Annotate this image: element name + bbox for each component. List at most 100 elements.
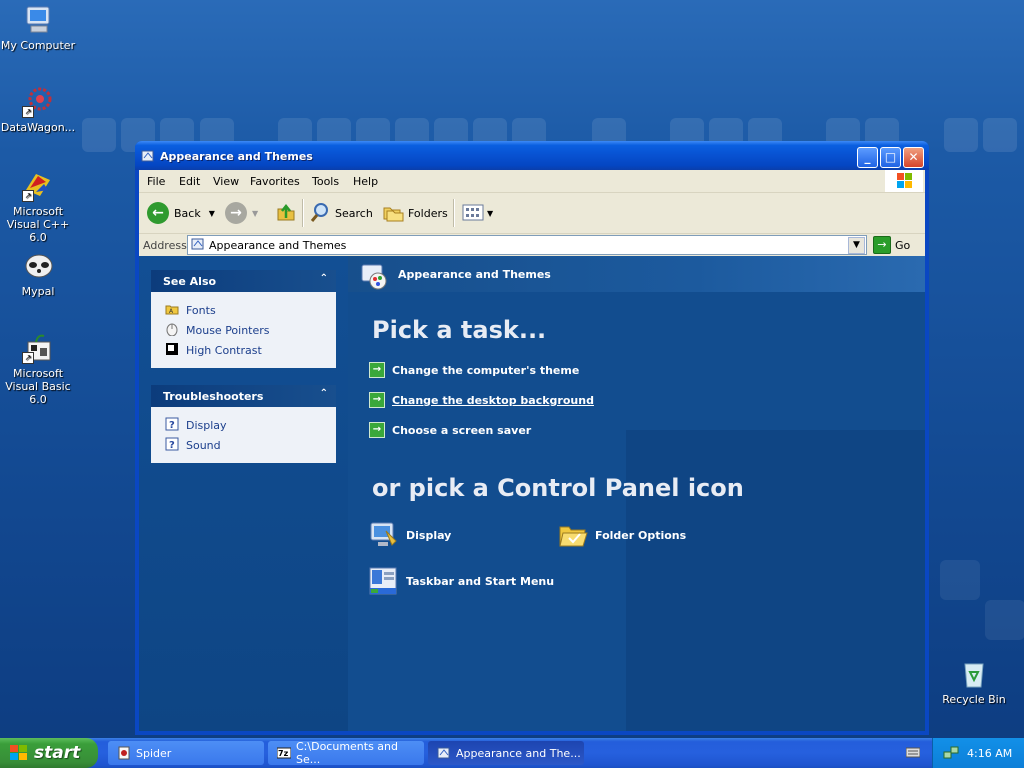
task-screen-saver[interactable]: → Choose a screen saver: [369, 421, 531, 439]
link-troubleshoot-sound[interactable]: ? Sound: [151, 435, 336, 455]
keyboard-icon[interactable]: [905, 746, 921, 761]
desktop-icon-mypal[interactable]: Mypal: [0, 250, 76, 298]
folders-button[interactable]: Folders: [382, 201, 448, 225]
desktop-icon-label: Microsoft Visual Basic 6.0: [5, 367, 71, 406]
taskbar-button-label: C:\Documents and Se...: [296, 740, 399, 766]
collapse-chevron-icon[interactable]: ⌃: [320, 388, 328, 399]
minimize-icon: _: [864, 150, 871, 164]
back-button[interactable]: ← Back ▼: [147, 201, 215, 225]
views-button[interactable]: ▼: [461, 201, 493, 225]
menu-tools[interactable]: Tools: [312, 175, 339, 188]
visual-basic-icon: ↗: [22, 332, 54, 364]
cp-icon-label: Display: [406, 528, 452, 542]
address-input[interactable]: Appearance and Themes ▼: [187, 235, 867, 255]
mouse-icon: [165, 322, 179, 337]
forward-arrow-icon: →: [225, 202, 247, 224]
cp-icon-taskbar-start-menu[interactable]: Taskbar and Start Menu: [368, 565, 554, 597]
task-label: Change the computer's theme: [392, 363, 580, 377]
close-button[interactable]: ✕: [903, 147, 924, 168]
desktop-icon-my-computer[interactable]: My Computer: [0, 4, 76, 52]
taskbar-button-7zip[interactable]: 7z C:\Documents and Se...: [268, 740, 424, 766]
search-icon: [309, 201, 331, 226]
task-change-background[interactable]: → Change the desktop background: [369, 391, 594, 409]
desktop-tile: [82, 118, 116, 152]
windows-logo-icon: [885, 170, 923, 192]
folders-label: Folders: [408, 206, 448, 220]
desktop-icon-label: Microsoft Visual C++ 6.0: [6, 205, 70, 244]
display-icon: [368, 519, 400, 551]
menu-help[interactable]: Help: [353, 175, 378, 188]
link-high-contrast[interactable]: High Contrast: [151, 340, 336, 360]
cp-icon-display[interactable]: Display: [368, 519, 451, 551]
start-button[interactable]: start: [0, 738, 98, 768]
menu-view[interactable]: View: [213, 175, 239, 188]
high-contrast-icon: [165, 342, 179, 356]
search-button[interactable]: Search: [309, 201, 373, 225]
chevron-down-icon: ▼: [252, 208, 259, 218]
pick-task-heading: Pick a task...: [372, 316, 547, 344]
see-also-header[interactable]: See Also ⌃: [151, 270, 336, 292]
back-arrow-icon: ←: [147, 202, 169, 224]
taskbar-start-menu-icon: [368, 565, 400, 597]
desktop-icon-datawagon[interactable]: ↗ DataWagon...: [0, 86, 76, 134]
maximize-button[interactable]: □: [880, 147, 901, 168]
link-label: Fonts: [186, 304, 216, 317]
window-title: Appearance and Themes: [160, 150, 313, 163]
go-label: Go: [895, 238, 911, 252]
start-label: start: [34, 743, 81, 763]
green-arrow-icon: →: [369, 362, 385, 378]
taskbar-button-label: Spider: [136, 746, 172, 760]
see-also-title: See Also: [163, 275, 217, 288]
cp-icon-folder-options[interactable]: Folder Options: [557, 519, 686, 551]
menu-favorites[interactable]: Favorites: [250, 175, 300, 188]
up-folder-button[interactable]: [275, 201, 297, 225]
chevron-down-icon: ▼: [853, 240, 860, 250]
folders-icon: [382, 201, 404, 226]
minimize-button[interactable]: _: [857, 147, 878, 168]
menu-file[interactable]: File: [147, 175, 165, 188]
left-task-pane: See Also ⌃ A Fonts Mouse Pointers High C…: [139, 256, 348, 731]
clock[interactable]: 4:16 AM: [967, 747, 1012, 760]
link-troubleshoot-display[interactable]: ? Display: [151, 415, 336, 435]
collapse-chevron-icon[interactable]: ⌃: [320, 273, 328, 284]
taskbar-button-label: Appearance and The...: [456, 746, 581, 760]
datawagon-icon: ↗: [22, 86, 54, 118]
network-icon[interactable]: [943, 746, 959, 763]
explorer-window: Appearance and Themes _ □ ✕ File Edit Vi…: [135, 141, 929, 735]
task-label: Choose a screen saver: [392, 423, 532, 437]
views-icon: [461, 201, 485, 226]
go-button[interactable]: → Go: [873, 236, 923, 254]
back-label: Back: [174, 206, 201, 220]
fonts-folder-icon: A: [165, 302, 179, 316]
svg-text:7z: 7z: [278, 749, 289, 758]
folder-options-icon: [557, 519, 589, 551]
visual-cpp-icon: ↗: [22, 170, 54, 202]
forward-button[interactable]: → ▼: [225, 201, 258, 225]
link-label: Display: [186, 419, 227, 432]
link-mouse-pointers[interactable]: Mouse Pointers: [151, 320, 336, 340]
desktop-icon-recycle-bin[interactable]: Recycle Bin: [936, 658, 1012, 706]
svg-text:?: ?: [169, 420, 175, 431]
link-label: Mouse Pointers: [186, 324, 270, 337]
main-pane: Appearance and Themes Pick a task... → C…: [348, 256, 925, 731]
chevron-down-icon[interactable]: ▼: [209, 209, 215, 218]
menu-edit[interactable]: Edit: [179, 175, 200, 188]
desktop-icon-label: DataWagon...: [0, 121, 76, 134]
taskbar-button-spider[interactable]: Spider: [108, 741, 264, 765]
title-bar[interactable]: Appearance and Themes _ □ ✕: [135, 141, 929, 170]
category-title: Appearance and Themes: [398, 268, 551, 281]
desktop-icon-label: Recycle Bin: [942, 693, 1006, 706]
troubleshooters-header[interactable]: Troubleshooters ⌃: [151, 385, 336, 407]
shortcut-arrow-icon: ↗: [22, 190, 34, 202]
taskbar-button-appearance-themes[interactable]: Appearance and The...: [428, 741, 584, 765]
task-change-theme[interactable]: → Change the computer's theme: [369, 361, 579, 379]
desktop-icon-visual-basic[interactable]: ↗ Microsoft Visual Basic 6.0: [0, 332, 76, 406]
windows-flag-icon: [10, 745, 28, 761]
close-icon: ✕: [908, 150, 919, 164]
taskbar: start Spider 7z C:\Documents and Se... A…: [0, 738, 1024, 768]
computer-icon: [22, 4, 54, 36]
desktop-icon-visual-cpp[interactable]: ↗ Microsoft Visual C++ 6.0: [0, 170, 76, 244]
address-dropdown-button[interactable]: ▼: [848, 237, 865, 254]
content-area: See Also ⌃ A Fonts Mouse Pointers High C…: [139, 256, 925, 731]
link-fonts[interactable]: A Fonts: [151, 300, 336, 320]
